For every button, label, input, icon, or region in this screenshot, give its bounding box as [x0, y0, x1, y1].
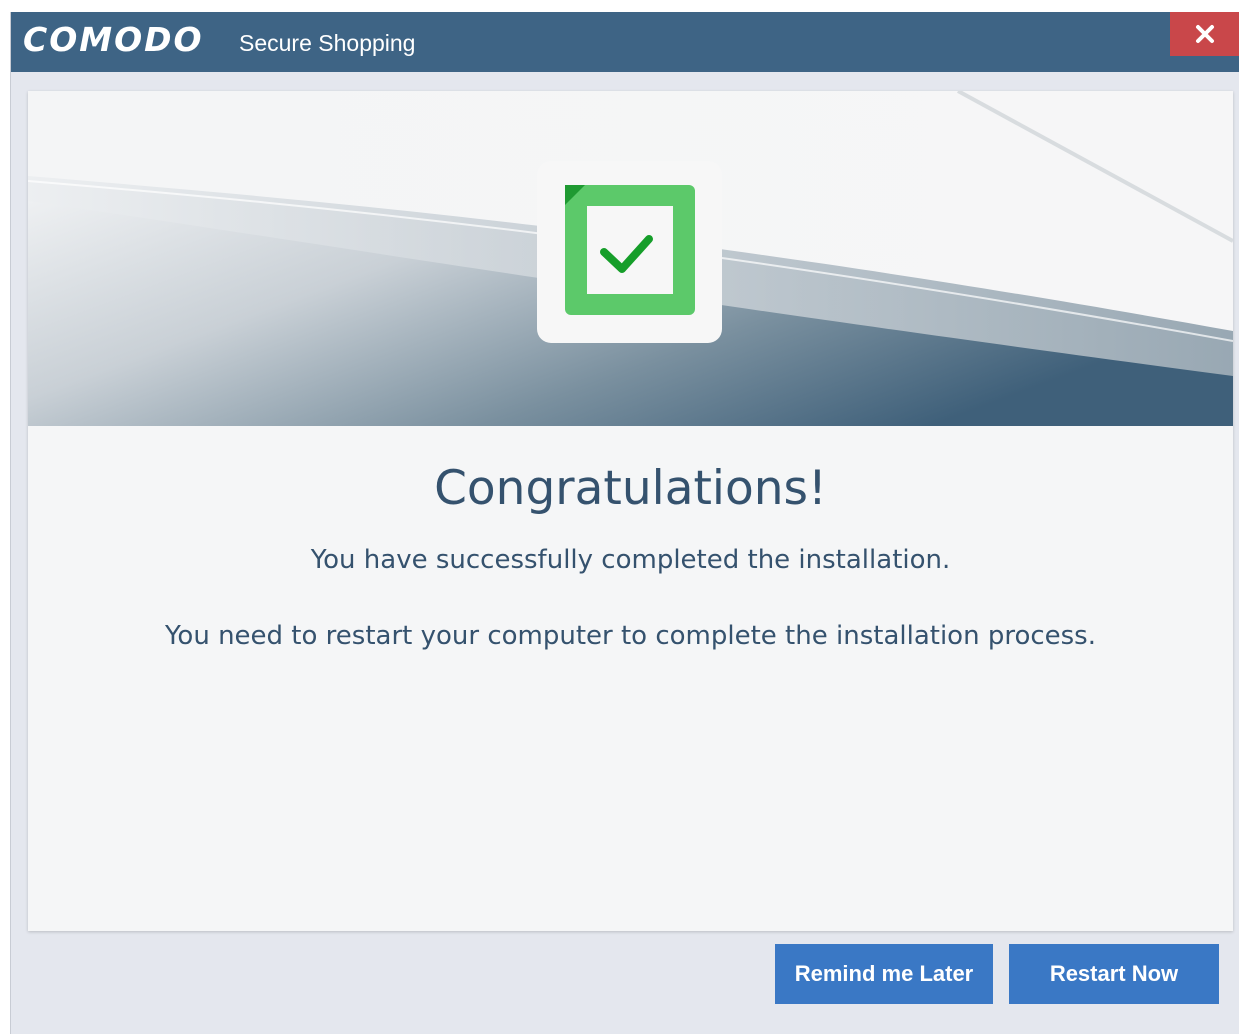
close-icon	[1196, 25, 1214, 43]
congratulations-heading: Congratulations!	[434, 461, 827, 516]
success-message: You have successfully completed the inst…	[310, 545, 951, 575]
remind-later-button[interactable]: Remind me Later	[775, 944, 993, 1004]
restart-message: You need to restart your computer to com…	[164, 621, 1096, 651]
success-badge	[537, 161, 722, 343]
close-button[interactable]	[1170, 12, 1239, 56]
installer-window: COMODO Secure Shopping Congratulations! …	[10, 12, 1239, 1034]
restart-now-button[interactable]: Restart Now	[1009, 944, 1219, 1004]
content-panel: Congratulations! You have successfully c…	[28, 91, 1233, 931]
checkmark-icon	[565, 185, 695, 315]
title-bar: COMODO Secure Shopping	[11, 12, 1239, 72]
product-name: Secure Shopping	[239, 30, 416, 56]
comodo-logo: COMODO	[23, 20, 204, 59]
